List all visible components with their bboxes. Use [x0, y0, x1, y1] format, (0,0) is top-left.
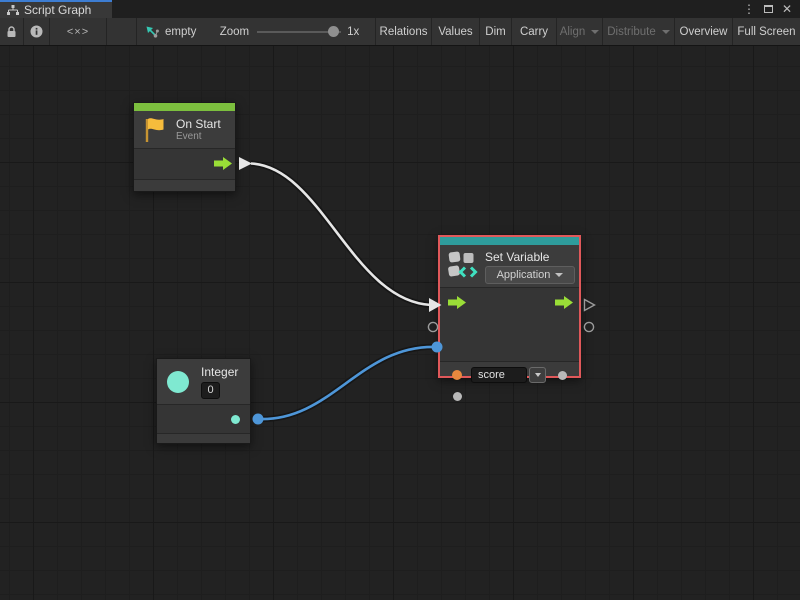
node-set-variable[interactable]: Set Variable Application score [438, 235, 581, 378]
control-input-port[interactable] [448, 296, 466, 309]
relations-button[interactable]: Relations [375, 18, 432, 45]
dim-button[interactable]: Dim [480, 18, 512, 45]
node-on-start[interactable]: On Start Event [133, 102, 236, 192]
variable-name-input-port[interactable] [452, 370, 462, 380]
node-header[interactable]: Set Variable Application [440, 245, 579, 287]
variable-kind-dropdown[interactable]: Application [485, 266, 575, 284]
value-wire-end-dot[interactable] [432, 342, 443, 353]
node-title: Set Variable [485, 250, 575, 264]
node-stripe [134, 103, 235, 111]
variables-icon [448, 250, 480, 281]
maximize-icon[interactable] [764, 5, 773, 13]
align-label: Align [560, 26, 586, 38]
zoom-slider-thumb[interactable] [328, 26, 339, 37]
node-port-area [134, 148, 235, 180]
zoom-level-value: 1x [347, 26, 359, 38]
zoom-label: Zoom [220, 26, 249, 38]
tab-title: Script Graph [24, 3, 91, 17]
kebab-menu-icon[interactable]: ⋮ [743, 0, 755, 18]
dim-label: Dim [485, 26, 505, 38]
chevron-down-icon [662, 30, 670, 34]
carry-button[interactable]: Carry [512, 18, 557, 45]
variable-kind-label: Application [497, 269, 551, 281]
info-button[interactable] [24, 18, 50, 45]
node-title: On Start [176, 117, 221, 131]
control-output-port[interactable] [214, 157, 232, 170]
variable-name-dropdown-button[interactable] [529, 367, 546, 383]
flag-icon [143, 117, 165, 143]
control-wire-start-arrow[interactable] [239, 157, 252, 170]
fullscreen-label: Full Screen [737, 26, 795, 38]
lock-button[interactable] [0, 18, 24, 45]
proxy-value-input-circle[interactable] [427, 321, 439, 333]
distribute-button[interactable]: Distribute [603, 18, 675, 45]
align-button[interactable]: Align [557, 18, 603, 45]
value-wire-start-dot[interactable] [253, 414, 264, 425]
info-icon [30, 25, 43, 38]
integer-value-field[interactable]: 0 [201, 382, 220, 399]
carry-label: Carry [520, 26, 548, 38]
values-label: Values [438, 26, 472, 38]
graph-tab-icon [7, 5, 19, 15]
code-angle-icon: <×> [67, 26, 89, 38]
graph-canvas[interactable]: On Start Event Integer 0 [0, 46, 800, 600]
node-port-area [157, 404, 250, 434]
control-output-port[interactable] [555, 296, 573, 309]
graph-toolbar: <×> empty Zoom 1x Relations Values Dim C… [0, 18, 800, 46]
integer-output-port[interactable] [231, 415, 240, 424]
value-input-port[interactable] [453, 392, 462, 401]
wire-layer [0, 46, 800, 600]
circle-literal-icon [166, 370, 190, 394]
values-button[interactable]: Values [432, 18, 480, 45]
fullscreen-button[interactable]: Full Screen [733, 18, 800, 45]
chevron-down-icon [555, 273, 563, 277]
node-header[interactable]: Integer 0 [157, 359, 250, 404]
node-integer[interactable]: Integer 0 [156, 358, 251, 444]
node-stripe [440, 237, 579, 245]
node-footer [157, 434, 250, 443]
lock-icon [6, 26, 17, 38]
zoom-slider[interactable] [257, 26, 341, 37]
chevron-down-icon [591, 30, 599, 34]
value-wire[interactable] [258, 347, 437, 419]
graph-pointer-icon [145, 25, 159, 39]
node-subtitle: Event [176, 131, 221, 143]
value-output-port[interactable] [558, 371, 567, 380]
toolbar-spacer [107, 18, 137, 45]
window-controls: ⋮ ✕ [743, 0, 800, 18]
graph-breadcrumb[interactable]: empty [137, 18, 215, 45]
node-footer [134, 180, 235, 191]
tab-script-graph[interactable]: Script Graph [0, 0, 112, 18]
variable-name-field[interactable]: score [471, 367, 527, 383]
zoom-control: Zoom 1x [215, 18, 370, 45]
node-header[interactable]: On Start Event [134, 111, 235, 148]
relations-label: Relations [380, 26, 428, 38]
proxy-value-output-circle[interactable] [583, 321, 595, 333]
distribute-label: Distribute [607, 26, 656, 38]
close-icon[interactable]: ✕ [782, 0, 792, 18]
overview-label: Overview [680, 26, 728, 38]
node-port-area: score [440, 287, 579, 362]
proxy-control-output-triangle[interactable] [583, 298, 596, 312]
code-view-button[interactable]: <×> [50, 18, 107, 45]
graph-name-label: empty [165, 26, 196, 38]
node-title: Integer [201, 365, 238, 379]
window-tab-bar: Script Graph ⋮ ✕ [0, 0, 800, 18]
chevron-down-icon [535, 373, 541, 377]
control-wire-halo [251, 164, 431, 306]
overview-button[interactable]: Overview [675, 18, 733, 45]
